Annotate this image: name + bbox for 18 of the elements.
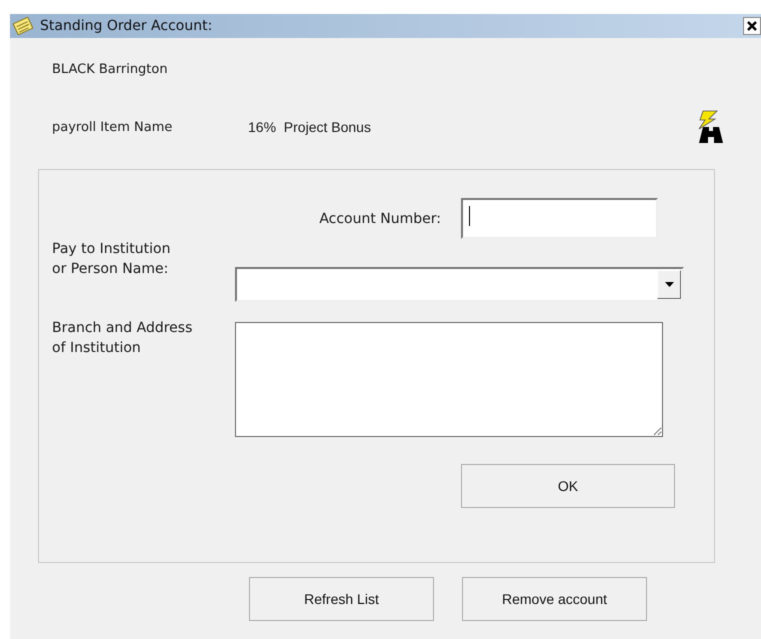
account-number-field[interactable] [461, 198, 658, 239]
window-title: Standing Order Account: [40, 18, 212, 34]
branch-address-field[interactable] [235, 322, 663, 437]
employee-name: BLACK Barrington [52, 62, 169, 77]
notepad-icon [12, 17, 34, 35]
payroll-item-label: payroll Item Name [52, 120, 174, 134]
close-icon [747, 21, 757, 31]
close-button[interactable] [743, 17, 761, 35]
pay-to-label: Pay to Institution or Person Name: [51, 240, 172, 279]
dropdown-arrow-icon[interactable] [664, 282, 674, 287]
account-number-label: Account Number: [318, 210, 441, 226]
binoculars-lightning-icon[interactable] [697, 109, 725, 145]
ok-button[interactable]: OK [461, 464, 675, 508]
action-button[interactable]: Refresh List [249, 577, 434, 621]
action-button[interactable]: Remove account [462, 577, 647, 621]
pay-to-dropdown[interactable] [235, 267, 684, 302]
branch-address-label: Branch and Address of Institution [51, 319, 194, 358]
payroll-item-value: 16% Project Bonus [248, 119, 371, 135]
